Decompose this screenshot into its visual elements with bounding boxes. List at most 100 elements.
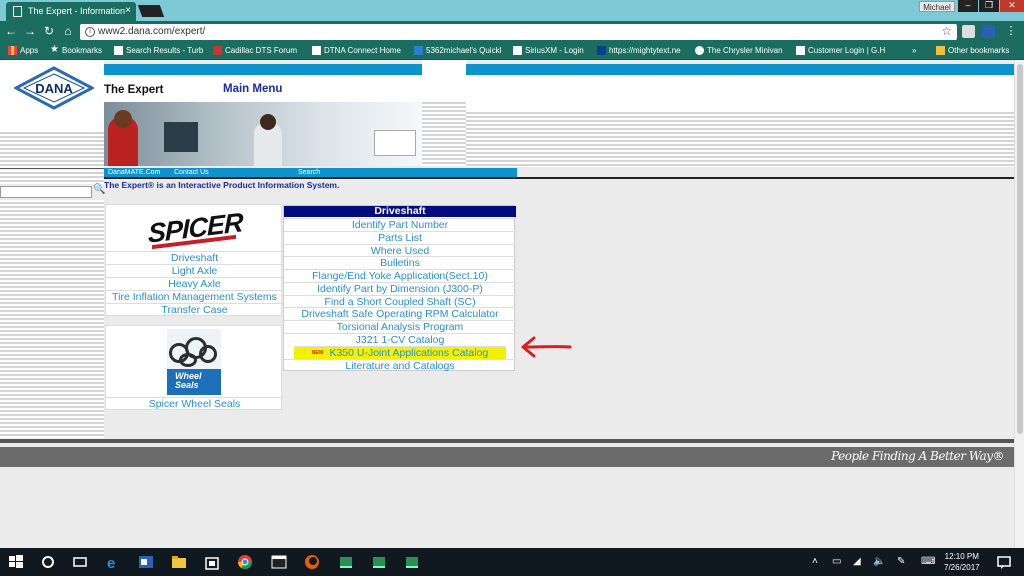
url-text[interactable]: www2.dana.com/expert/: [98, 26, 205, 37]
app-icon[interactable]: [404, 554, 420, 570]
dana-logo[interactable]: DANA: [14, 66, 94, 110]
divider: [0, 168, 104, 169]
bookmark-bookmarks[interactable]: ★ Bookmarks: [50, 44, 102, 58]
banner-photo: [104, 102, 422, 166]
minimize-button[interactable]: –: [958, 0, 978, 12]
menu-torsional-analysis[interactable]: Torsional Analysis Program: [284, 320, 516, 333]
bookmark-label: Customer Login | G.H: [808, 46, 886, 55]
bookmark-search-results[interactable]: Search Results - Turb: [114, 45, 206, 58]
divider: [104, 177, 1014, 179]
bookmark-mightytext[interactable]: https://mightytext.ne: [597, 45, 687, 58]
contact-us-link[interactable]: Contact Us: [174, 169, 209, 176]
bookmark-quicklinks[interactable]: 5362michael's Quickl: [414, 45, 502, 58]
menu-bulletins[interactable]: Bulletins: [284, 256, 516, 269]
menu-icon[interactable]: ⋮: [1004, 24, 1018, 38]
menu-flange-yoke[interactable]: Flange/End Yoke Application(Sect.10): [284, 269, 516, 282]
bookmark-chrysler[interactable]: The Chrysler Minivan: [695, 45, 787, 58]
menu-k350-catalog[interactable]: NEW K350 U-Joint Applications Catalog: [294, 346, 506, 359]
dana-logo-area: DANA: [0, 60, 104, 130]
wheel-seals-image[interactable]: Wheel Seals: [167, 329, 221, 395]
spicer-heavy-axle-link[interactable]: Heavy Axle: [106, 277, 283, 290]
battery-icon[interactable]: ▭: [832, 556, 841, 567]
terminal-icon[interactable]: [271, 554, 287, 570]
store-icon[interactable]: [204, 554, 220, 570]
pen-icon[interactable]: ✎: [897, 556, 905, 567]
main-menu-heading[interactable]: Main Menu: [223, 83, 282, 95]
outlook-icon[interactable]: [138, 554, 154, 570]
menu-parts-list[interactable]: Parts List: [284, 231, 516, 244]
spicer-wheel-seals-link[interactable]: Spicer Wheel Seals: [106, 397, 283, 410]
cortana-icon[interactable]: [40, 554, 56, 570]
browser-toolbar: ← → ↻ ⌂ i www2.dana.com/expert/ ☆ ⋮: [0, 21, 1024, 42]
notifications-icon[interactable]: [996, 554, 1012, 570]
danamate-link[interactable]: DanaMATE.Com: [108, 169, 160, 176]
spicer-panel: SPICER Driveshaft Light Axle Heavy Axle …: [105, 204, 283, 316]
address-bar[interactable]: i www2.dana.com/expert/ ☆: [80, 24, 957, 40]
home-button[interactable]: ⌂: [61, 24, 75, 38]
tagline: The Expert® is an Interactive Product In…: [104, 180, 340, 190]
page-scrollbar[interactable]: [1014, 60, 1024, 548]
scrollbar-thumb[interactable]: [1017, 64, 1023, 434]
bookmark-siriusxm[interactable]: SiriusXM - Login: [513, 45, 584, 58]
bookmark-cadillac[interactable]: Cadillac DTS Forum: [213, 45, 297, 58]
bookmark-label: Search Results - Turb: [126, 46, 204, 55]
spicer-tire-inflation-link[interactable]: Tire Inflation Management Systems: [106, 290, 283, 303]
tab-strip: The Expert - Information × Michael – ❐ ✕: [0, 0, 1024, 21]
back-button[interactable]: ←: [4, 24, 18, 38]
menu-rpm-calculator[interactable]: Driveshaft Safe Operating RPM Calculator: [284, 307, 516, 320]
tab-the-expert[interactable]: The Expert - Information ×: [6, 2, 136, 21]
file-explorer-icon[interactable]: [171, 554, 187, 570]
new-tab-button[interactable]: [137, 5, 165, 17]
system-clock[interactable]: 12:10 PM 7/26/2017: [944, 551, 980, 573]
bookmark-label: Apps: [20, 46, 39, 55]
menu-j321-catalog[interactable]: J321 1-CV Catalog: [284, 333, 516, 346]
clock-date: 7/26/2017: [944, 563, 980, 572]
search-link[interactable]: Search: [298, 169, 320, 176]
reload-button[interactable]: ↻: [42, 24, 56, 38]
forum-icon: [213, 46, 222, 55]
seals-image-label: Wheel Seals: [167, 369, 221, 395]
other-bookmarks[interactable]: Other bookmarks: [936, 45, 1009, 58]
extension-icon[interactable]: [982, 25, 995, 38]
maximize-button[interactable]: ❐: [979, 0, 999, 12]
info-icon[interactable]: i: [85, 27, 95, 37]
chevron-up-icon[interactable]: ˄: [812, 556, 818, 567]
network-icon[interactable]: ◢: [853, 556, 861, 567]
spicer-driveshaft-link[interactable]: Driveshaft: [106, 251, 283, 264]
volume-icon[interactable]: 🔈: [873, 556, 885, 567]
extension-icon[interactable]: [962, 25, 975, 38]
bookmarks-overflow-button[interactable]: »: [912, 45, 916, 58]
chrysler-icon: [695, 46, 704, 55]
app-icon[interactable]: [338, 554, 354, 570]
search-input[interactable]: [0, 186, 92, 198]
bookmark-star-icon[interactable]: ☆: [941, 24, 952, 38]
close-window-button[interactable]: ✕: [1000, 0, 1024, 12]
app-icon[interactable]: [371, 554, 387, 570]
bookmark-dtna[interactable]: DTNA Connect Home: [312, 45, 401, 58]
new-badge: NEW: [311, 350, 324, 357]
bookmark-customer-login[interactable]: Customer Login | G.H: [796, 45, 888, 58]
firefox-icon[interactable]: [304, 554, 320, 570]
search-icon[interactable]: 🔍: [93, 184, 105, 195]
bookmark-label: Other bookmarks: [948, 46, 1010, 55]
spicer-transfer-case-link[interactable]: Transfer Case: [106, 303, 283, 316]
profile-button[interactable]: Michael: [919, 1, 955, 12]
menu-literature-catalogs[interactable]: Literature and Catalogs: [284, 359, 516, 372]
decorative-stripes: [0, 130, 104, 168]
keyboard-icon[interactable]: ⌨: [921, 556, 935, 567]
start-icon[interactable]: [8, 554, 24, 570]
tab-close-icon[interactable]: ×: [125, 5, 131, 16]
bookmark-apps[interactable]: Apps: [8, 45, 38, 58]
page-icon: [796, 46, 805, 55]
menu-identify-part-number[interactable]: Identify Part Number: [284, 218, 516, 231]
edge-icon[interactable]: e: [105, 554, 121, 570]
red-arrow-annotation-icon: [521, 336, 572, 358]
spicer-light-axle-link[interactable]: Light Axle: [106, 264, 283, 277]
menu-k350-label: K350 U-Joint Applications Catalog: [329, 347, 489, 359]
chrome-icon[interactable]: [237, 554, 253, 570]
task-view-icon[interactable]: [72, 554, 88, 570]
forward-button[interactable]: →: [23, 24, 37, 38]
decorative-stripes: [0, 200, 104, 438]
menu-identify-by-dimension[interactable]: Identify Part by Dimension (J300-P): [284, 282, 516, 295]
spicer-logo[interactable]: SPICER: [148, 207, 243, 250]
